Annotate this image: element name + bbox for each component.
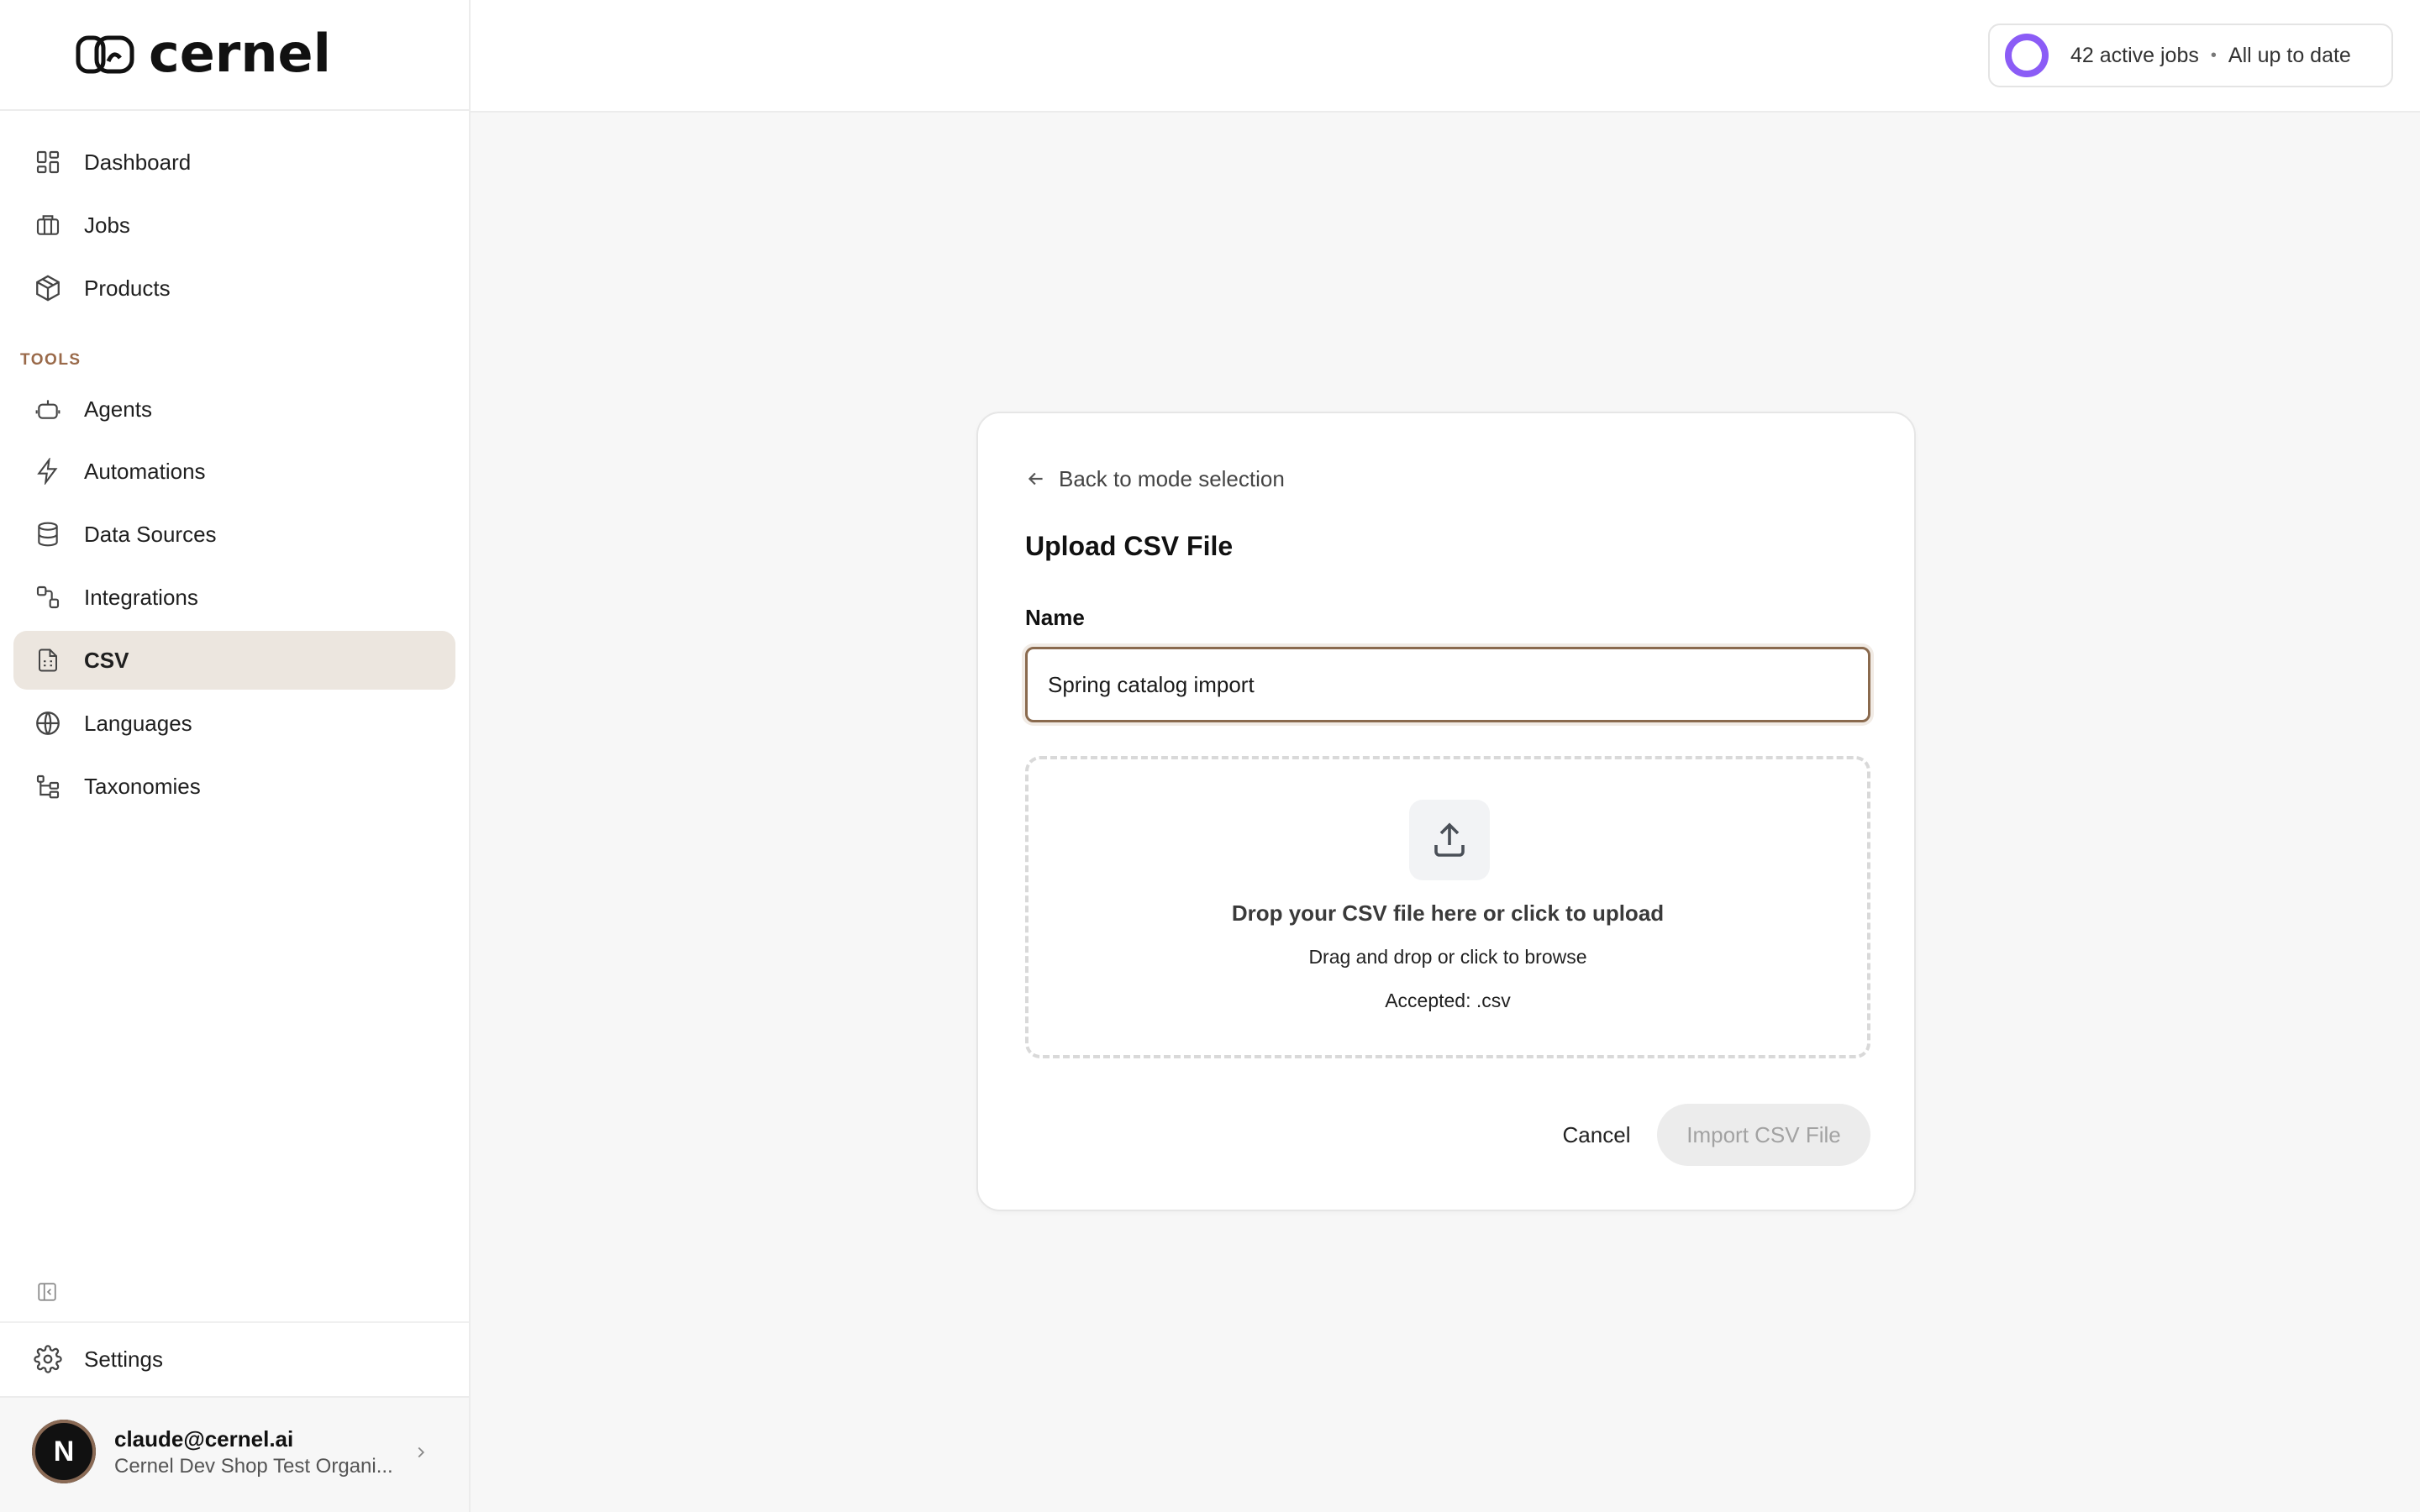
sidebar-item-label: Products [84, 275, 171, 301]
active-jobs-count: 42 active jobs [2070, 43, 2199, 67]
sidebar-item-data-sources[interactable]: Data Sources [13, 505, 455, 564]
upload-icon [1434, 822, 1465, 857]
dashboard-icon [32, 146, 64, 178]
database-icon [32, 518, 64, 550]
sidebar-item-label: Settings [84, 1346, 163, 1372]
name-field-label: Name [1025, 605, 1085, 630]
briefcase-icon [32, 209, 64, 241]
sidebar-item-csv[interactable]: CSV [13, 631, 455, 690]
globe-icon [32, 707, 64, 739]
logo-wordmark: cernel [149, 29, 331, 80]
status-ring-icon [2005, 34, 2049, 77]
arrow-left-icon [1028, 472, 1043, 486]
sidebar-item-integrations[interactable]: Integrations [13, 568, 455, 627]
status-separator: • [2210, 45, 2217, 65]
sync-status: All up to date [2228, 43, 2351, 67]
sidebar-item-jobs[interactable]: Jobs [13, 196, 455, 255]
logo[interactable]: cernel [0, 0, 469, 111]
sidebar-item-settings[interactable]: Settings [13, 1330, 455, 1389]
sidebar-item-label: Integrations [84, 584, 198, 610]
user-email: claude@cernel.ai [114, 1426, 294, 1452]
sidebar: cernel Dashboard Jobs Products TOOLS Age… [0, 0, 471, 1512]
page-title: Upload CSV File [1025, 531, 1234, 561]
back-to-mode-selection-link[interactable]: Back to mode selection [1025, 464, 1285, 494]
sidebar-item-label: Dashboard [84, 149, 192, 175]
back-link-label: Back to mode selection [1059, 465, 1285, 491]
accepted-file-types: Accepted: .csv [1385, 990, 1511, 1011]
collapse-sidebar-button[interactable] [34, 1278, 60, 1305]
user-menu[interactable]: N claude@cernel.ai Cernel Dev Shop Test … [0, 1396, 469, 1512]
sidebar-item-dashboard[interactable]: Dashboard [13, 133, 455, 192]
sidebar-item-automations[interactable]: Automations [13, 442, 455, 501]
integrations-icon [32, 581, 64, 613]
sidebar-item-label: Taxonomies [84, 773, 201, 799]
upload-csv-card: Back to mode selection Upload CSV File N… [976, 412, 1916, 1211]
sidebar-item-products[interactable]: Products [13, 259, 455, 318]
sidebar-item-label: Automations [84, 458, 206, 484]
csv-file-icon [32, 644, 64, 676]
app-root: cernel Dashboard Jobs Products TOOLS Age… [0, 0, 2420, 1512]
job-status-indicator[interactable]: 42 active jobs • All up to date [1988, 24, 2393, 87]
sidebar-item-agents[interactable]: Agents [13, 380, 455, 438]
upload-icon-box [1409, 800, 1490, 880]
user-organization: Cernel Dev Shop Test Organi... [114, 1455, 393, 1478]
divider [0, 1321, 469, 1323]
dropzone-subtitle: Drag and drop or click to browse [1308, 946, 1587, 968]
topbar: 42 active jobs • All up to date [471, 0, 2420, 113]
sidebar-item-label: CSV [84, 647, 129, 673]
cernel-logo-icon: cernel [76, 29, 331, 80]
avatar: N [32, 1420, 96, 1483]
bot-icon [32, 393, 64, 425]
sidebar-item-label: Jobs [84, 212, 130, 238]
sidebar-item-label: Agents [84, 396, 152, 422]
collapse-sidebar-icon [38, 1283, 56, 1301]
sidebar-item-languages[interactable]: Languages [13, 694, 455, 753]
sidebar-item-label: Data Sources [84, 521, 217, 547]
tools-section-label: TOOLS [20, 351, 82, 369]
cancel-button[interactable]: Cancel [1524, 1104, 1669, 1166]
sidebar-item-label: Languages [84, 710, 192, 736]
chevron-right-icon [412, 1441, 430, 1467]
lightning-icon [32, 455, 64, 487]
gear-icon [32, 1343, 64, 1375]
import-csv-button[interactable]: Import CSV File [1657, 1104, 1870, 1166]
csv-dropzone[interactable]: Drop your CSV file here or click to uplo… [1025, 756, 1870, 1058]
name-input[interactable] [1025, 647, 1870, 722]
sidebar-item-taxonomies[interactable]: Taxonomies [13, 757, 455, 816]
hierarchy-icon [32, 770, 64, 802]
package-icon [32, 272, 64, 304]
dropzone-title: Drop your CSV file here or click to uplo… [1231, 900, 1665, 926]
